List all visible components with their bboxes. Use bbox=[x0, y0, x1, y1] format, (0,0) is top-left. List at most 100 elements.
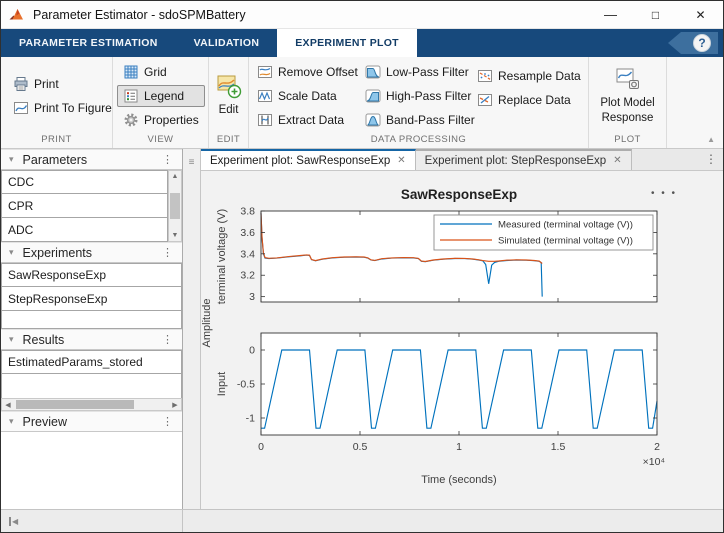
figure-plot-icon bbox=[13, 100, 29, 116]
scroll-down-icon[interactable]: ▼ bbox=[172, 230, 179, 241]
section-header-preview[interactable]: ▾ Preview ⋮ bbox=[1, 411, 182, 432]
replace-data-icon bbox=[477, 92, 493, 108]
replace-data-button[interactable]: Replace Data bbox=[471, 89, 583, 111]
list-item-sawresponseexp[interactable]: SawResponseExp bbox=[1, 263, 182, 287]
tab-close-icon[interactable]: ✕ bbox=[397, 155, 405, 166]
scroll-up-icon[interactable]: ▲ bbox=[172, 171, 179, 182]
extract-data-icon bbox=[257, 112, 273, 128]
low-pass-filter-icon bbox=[365, 64, 381, 80]
section-title: Results bbox=[23, 333, 159, 347]
scale-data-button[interactable]: Scale Data bbox=[251, 85, 357, 107]
doc-tab-stepresponseexp[interactable]: Experiment plot: StepResponseExp ✕ bbox=[416, 149, 632, 170]
ribbon-group-data-processing: Remove Offset Scale Data bbox=[249, 57, 589, 148]
scroll-left-icon[interactable]: ◀ bbox=[2, 401, 14, 409]
section-menu-icon[interactable]: ⋮ bbox=[159, 415, 176, 428]
section-title: Experiments bbox=[23, 246, 159, 260]
tab-close-icon[interactable]: ✕ bbox=[613, 155, 621, 166]
grid-icon bbox=[123, 64, 139, 80]
y-tick-label: 3.4 bbox=[240, 248, 255, 260]
legend-button[interactable]: Legend bbox=[117, 85, 205, 107]
scroll-right-icon[interactable]: ▶ bbox=[169, 401, 181, 409]
panel-splitter[interactable]: ≡ bbox=[183, 149, 201, 509]
print-to-figure-button[interactable]: Print To Figure bbox=[7, 97, 118, 119]
band-pass-filter-icon bbox=[365, 112, 381, 128]
print-button[interactable]: Print bbox=[7, 73, 118, 95]
section-title: Parameters bbox=[23, 153, 159, 167]
section-menu-icon[interactable]: ⋮ bbox=[159, 333, 176, 346]
window-title: Parameter Estimator - sdoSPMBattery bbox=[33, 8, 588, 22]
status-bar-left: ◀ bbox=[1, 510, 183, 532]
tab-experiment-plot[interactable]: EXPERIMENT PLOT bbox=[277, 29, 417, 57]
ribbon-group-plot: Plot Model Response PLOT bbox=[589, 57, 667, 148]
list-item-estimatedparams[interactable]: EstimatedParams_stored bbox=[1, 350, 182, 374]
section-header-parameters[interactable]: ▾ Parameters ⋮ bbox=[1, 149, 182, 170]
remove-offset-button[interactable]: Remove Offset bbox=[251, 61, 357, 83]
doc-tab-sawresponseexp[interactable]: Experiment plot: SawResponseExp ✕ bbox=[201, 149, 416, 170]
sidebar: ▾ Parameters ⋮ CDC CPR ADC ▲ ▼ ▾ Experim… bbox=[1, 149, 183, 509]
shared-y-axis-label: Amplitude bbox=[201, 299, 213, 348]
printer-icon bbox=[13, 76, 29, 92]
help-button[interactable]: ? bbox=[693, 34, 711, 52]
edit-button[interactable]: Edit bbox=[210, 60, 248, 132]
x-tick-label: 0.5 bbox=[353, 441, 368, 453]
collapse-sidebar-icon[interactable]: ◀ bbox=[9, 517, 18, 526]
legend-entry: Simulated (terminal voltage (V)) bbox=[498, 236, 633, 247]
scrollbar-thumb[interactable] bbox=[16, 400, 134, 409]
resample-data-icon bbox=[477, 68, 493, 84]
experiment-plot-canvas: SawResponseExp • • • 33.23.43.63.8termin… bbox=[201, 171, 723, 509]
properties-button[interactable]: Properties bbox=[117, 109, 205, 131]
extract-data-button[interactable]: Extract Data bbox=[251, 109, 357, 131]
list-item-cpr[interactable]: CPR bbox=[1, 194, 168, 218]
tab-validation[interactable]: VALIDATION bbox=[176, 29, 278, 57]
band-pass-filter-button[interactable]: Band-Pass Filter bbox=[359, 109, 469, 131]
scrollbar-thumb[interactable] bbox=[170, 193, 180, 219]
ribbon-group-view: Grid Legend bbox=[113, 57, 209, 148]
group-label-view: VIEW bbox=[115, 132, 206, 148]
grid-button[interactable]: Grid bbox=[117, 61, 205, 83]
y-tick-label: 3.6 bbox=[240, 227, 255, 239]
splitter-grip-icon[interactable]: ≡ bbox=[189, 157, 195, 509]
collapse-triangle-icon[interactable]: ▾ bbox=[9, 247, 14, 258]
tab-overflow-menu-icon[interactable]: ⋮ bbox=[705, 152, 717, 166]
ribbon-group-edit: Edit EDIT bbox=[209, 57, 249, 148]
results-horizontal-scrollbar[interactable]: ◀ ▶ bbox=[1, 398, 182, 411]
ribbon-collapse-button[interactable]: ▲ bbox=[707, 135, 715, 144]
group-label-data-processing: DATA PROCESSING bbox=[251, 132, 586, 148]
list-item-empty bbox=[1, 311, 182, 329]
high-pass-filter-button[interactable]: High-Pass Filter bbox=[359, 85, 469, 107]
y-axis-label: Input bbox=[216, 372, 228, 396]
plot-model-response-button[interactable]: Plot Model Response bbox=[591, 60, 664, 132]
x-tick-label: 0 bbox=[258, 441, 264, 453]
ribbon-toolbar: Print Print To Figure PRINT bbox=[1, 57, 723, 149]
y-tick-label: -0.5 bbox=[237, 379, 255, 391]
x-scale-label: ×10⁴ bbox=[643, 456, 665, 468]
chart-svg: 33.23.43.63.8terminal voltage (V)0-0.5-1… bbox=[201, 171, 724, 509]
parameters-list: CDC CPR ADC ▲ ▼ bbox=[1, 170, 182, 242]
section-header-experiments[interactable]: ▾ Experiments ⋮ bbox=[1, 242, 182, 263]
close-button[interactable]: ✕ bbox=[678, 1, 723, 28]
resample-data-button[interactable]: Resample Data bbox=[471, 65, 583, 87]
results-empty-space bbox=[1, 374, 182, 398]
list-item-stepresponseexp[interactable]: StepResponseExp bbox=[1, 287, 182, 311]
collapse-triangle-icon[interactable]: ▾ bbox=[9, 154, 14, 165]
document-tab-bar: Experiment plot: SawResponseExp ✕ Experi… bbox=[201, 149, 723, 171]
collapse-triangle-icon[interactable]: ▾ bbox=[9, 334, 14, 345]
maximize-button[interactable]: □ bbox=[633, 1, 678, 28]
minimize-button[interactable]: — bbox=[588, 1, 633, 28]
y-tick-label: 0 bbox=[249, 345, 255, 357]
section-title: Preview bbox=[23, 415, 159, 429]
ribbon-tab-strip: PARAMETER ESTIMATION VALIDATION EXPERIME… bbox=[1, 29, 723, 57]
y-tick-label: 3.8 bbox=[240, 206, 255, 218]
list-item-cdc[interactable]: CDC bbox=[1, 170, 168, 194]
parameters-scrollbar[interactable]: ▲ ▼ bbox=[168, 170, 182, 242]
section-menu-icon[interactable]: ⋮ bbox=[159, 246, 176, 259]
low-pass-filter-button[interactable]: Low-Pass Filter bbox=[359, 61, 469, 83]
x-tick-label: 1.5 bbox=[551, 441, 566, 453]
tab-parameter-estimation[interactable]: PARAMETER ESTIMATION bbox=[1, 29, 176, 57]
section-menu-icon[interactable]: ⋮ bbox=[159, 153, 176, 166]
list-item-adc[interactable]: ADC bbox=[1, 218, 168, 242]
subplot-1: 0-0.5-1Input00.511.52×10⁴Time (seconds) bbox=[216, 333, 665, 486]
group-label-plot: PLOT bbox=[591, 132, 664, 148]
section-header-results[interactable]: ▾ Results ⋮ bbox=[1, 329, 182, 350]
collapse-triangle-icon[interactable]: ▾ bbox=[9, 416, 14, 427]
